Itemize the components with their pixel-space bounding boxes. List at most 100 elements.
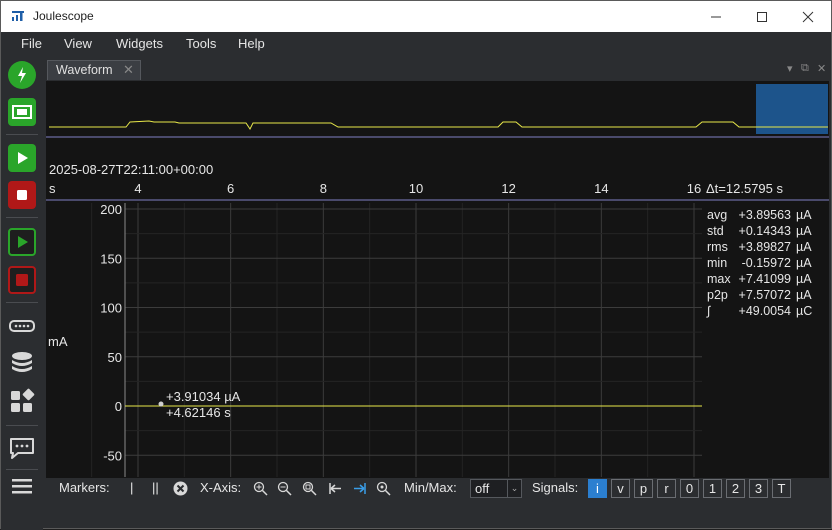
y-axis-unit: mA	[48, 334, 68, 349]
waveform-svg: 2025-08-27T22:11:00+00:00 s 4 6 8 10 12 14 16 …	[46, 81, 829, 481]
minmax-select[interactable]: off ⌄	[470, 479, 522, 498]
signal-v-button[interactable]: v	[611, 479, 630, 498]
stat-value: +7.41099	[739, 272, 792, 286]
multimeter-button[interactable]	[8, 98, 36, 126]
zoom-all-icon[interactable]	[302, 481, 317, 496]
x-axis-label: X-Axis:	[200, 480, 242, 495]
signal-r-button[interactable]: r	[657, 479, 676, 498]
stop-button[interactable]	[8, 181, 36, 209]
joulescope-logo-icon	[12, 11, 24, 21]
window-title: Joulescope	[33, 9, 94, 23]
widgets-icon	[11, 388, 35, 412]
toolbar-separator	[6, 425, 38, 426]
left-toolbar	[1, 56, 43, 530]
stat-value: +3.89827	[739, 240, 792, 254]
y-tick-label: -50	[103, 448, 122, 463]
zoom-marker-icon[interactable]	[376, 481, 391, 496]
waveform-plot[interactable]: 2025-08-27T22:11:00+00:00 s 4 6 8 10 12 14 16 …	[46, 81, 829, 481]
zoom-out-icon[interactable]	[277, 481, 292, 496]
tab-label: Waveform	[56, 63, 113, 77]
power-button[interactable]	[8, 61, 36, 89]
signal-1-button[interactable]: 1	[703, 479, 722, 498]
close-icon	[802, 11, 814, 22]
minmax-label: Min/Max:	[404, 480, 457, 495]
minimize-button[interactable]	[693, 1, 739, 32]
zoom-in-icon[interactable]	[253, 481, 268, 496]
main-menu-button[interactable]	[8, 472, 36, 500]
x-axis-ticks: 4 6 8 10 12 14 16	[134, 181, 701, 196]
signals-label: Signals:	[532, 480, 579, 495]
tab-close-icon[interactable]: ✕	[123, 62, 134, 78]
chat-button[interactable]	[8, 434, 36, 462]
signal-0-button[interactable]: 0	[680, 479, 699, 498]
dual-marker-button[interactable]: ||	[152, 480, 159, 495]
widgets-button[interactable]	[8, 388, 36, 416]
menu-widgets[interactable]: Widgets	[116, 36, 163, 51]
stat-name: std	[707, 224, 724, 238]
signal-3-button[interactable]: 3	[749, 479, 768, 498]
stop-record-button[interactable]	[8, 266, 36, 294]
dock-close-icon[interactable]: ✕	[817, 62, 826, 75]
signal-t-button[interactable]: T	[772, 479, 791, 498]
chevron-down-icon: ⌄	[507, 480, 521, 497]
marker-value: +3.91034 µA	[166, 389, 241, 404]
record-button[interactable]	[8, 228, 36, 256]
menu-help[interactable]: Help	[238, 36, 265, 51]
device-icon	[9, 320, 35, 332]
menu-file[interactable]: File	[21, 36, 42, 51]
maximize-icon	[757, 11, 767, 22]
x-axis-unit: s	[49, 181, 56, 196]
stat-value: +3.89563	[739, 208, 792, 222]
stat-unit: µA	[796, 256, 812, 270]
dock-float-icon[interactable]: ⧉	[801, 62, 809, 75]
bottom-toolbar: Markers: | || X-Axis: Min/Max: off ⌄ Sig…	[46, 478, 829, 498]
close-window-button[interactable]	[785, 1, 831, 32]
stat-unit: µC	[796, 304, 812, 318]
signal-p-button[interactable]: p	[634, 479, 653, 498]
maximize-button[interactable]	[739, 1, 785, 32]
stat-name: rms	[707, 240, 728, 254]
overview-strip[interactable]	[46, 81, 829, 139]
x-tick-label: 16	[687, 181, 701, 196]
app-window: Joulescope File View Widgets Tools Help	[0, 0, 832, 530]
y-axis-ticks: 200 150 100 50 0 -50	[100, 202, 126, 477]
menu-view[interactable]: View	[64, 36, 92, 51]
scroll-end-icon[interactable]	[352, 481, 367, 496]
signal-2-button[interactable]: 2	[726, 479, 745, 498]
menu-tools[interactable]: Tools	[186, 36, 216, 51]
y-tick-label: 50	[108, 350, 122, 365]
clear-markers-icon[interactable]	[173, 481, 188, 496]
marker-point[interactable]	[158, 401, 164, 407]
tab-waveform[interactable]: Waveform ✕	[47, 60, 141, 80]
stat-name: p2p	[707, 288, 728, 302]
stat-unit: µA	[796, 208, 812, 222]
database-icon	[12, 352, 32, 372]
dock-menu-icon[interactable]: ▾	[787, 62, 793, 75]
toolbar-separator	[6, 469, 38, 470]
stop-record-icon	[16, 274, 28, 286]
play-button[interactable]	[8, 144, 36, 172]
menu-bar: File View Widgets Tools Help	[1, 32, 831, 56]
database-button[interactable]	[8, 349, 36, 377]
stat-unit: µA	[796, 224, 812, 238]
y-tick-label: 100	[100, 301, 122, 316]
single-marker-button[interactable]: |	[130, 480, 133, 495]
scroll-start-icon[interactable]	[328, 481, 343, 496]
signal-i-button[interactable]: i	[588, 479, 607, 498]
multimeter-icon	[12, 105, 32, 119]
stat-value: +7.57072	[739, 288, 792, 302]
x-tick-label: 14	[594, 181, 608, 196]
toolbar-separator	[6, 217, 38, 218]
power-icon	[18, 67, 26, 83]
stat-value: +49.0054	[739, 304, 792, 318]
play-icon	[18, 152, 28, 164]
y-tick-label: 0	[115, 399, 122, 414]
menu-icon	[12, 479, 32, 494]
device-button[interactable]	[8, 312, 36, 340]
delta-t-label: Δt=12.5795 s	[706, 181, 783, 196]
stat-unit: µA	[796, 272, 812, 286]
stat-name: ∫	[706, 304, 711, 318]
marker-time: +4.62146 s	[166, 405, 231, 420]
toolbar-separator	[6, 302, 38, 303]
toolbar-separator	[6, 134, 38, 135]
